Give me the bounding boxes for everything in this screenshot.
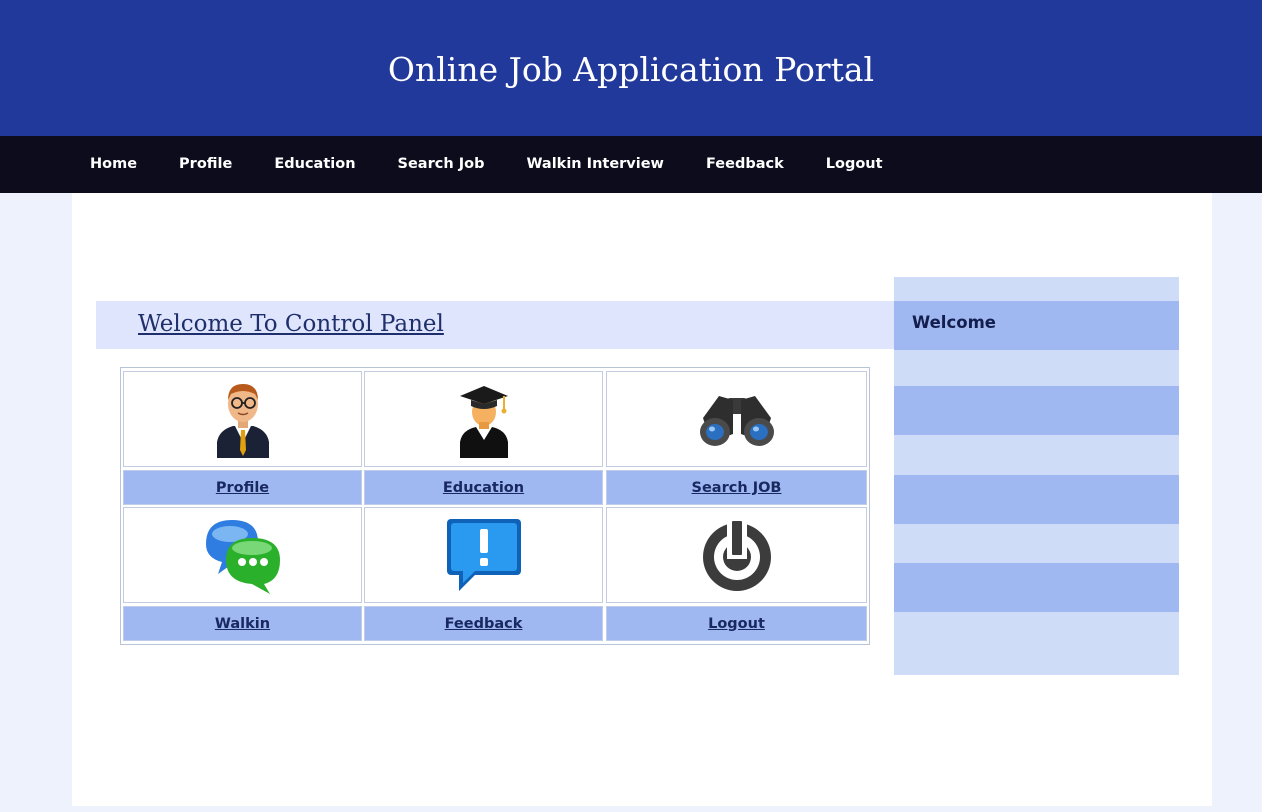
user-icon xyxy=(216,384,269,458)
logout-link[interactable]: Logout xyxy=(708,616,765,632)
feedback-icon-cell[interactable] xyxy=(364,507,603,603)
alert-message-icon xyxy=(446,519,521,591)
sidebar-band xyxy=(894,386,1179,435)
search-job-link-cell: Search JOB xyxy=(606,470,867,505)
binoculars-icon xyxy=(699,396,774,446)
sidebar-band xyxy=(894,475,1179,524)
content-area: Welcome To Control Panel Profile Educati… xyxy=(72,193,1212,806)
nav-home-link[interactable]: Home xyxy=(69,136,158,193)
sidebar-title: Welcome xyxy=(912,313,996,332)
feedback-link-cell: Feedback xyxy=(364,606,603,641)
main-navigation: Home Profile Education Search Job Walkin… xyxy=(0,136,1262,193)
graduate-icon xyxy=(459,386,508,458)
nav-education-link[interactable]: Education xyxy=(253,136,376,193)
site-title: Online Job Application Portal xyxy=(387,49,875,89)
profile-link[interactable]: Profile xyxy=(216,480,269,496)
education-icon-cell[interactable] xyxy=(364,371,603,467)
chat-icon xyxy=(205,520,280,594)
welcome-heading-bar: Welcome To Control Panel xyxy=(96,301,894,349)
profile-icon-cell[interactable] xyxy=(123,371,362,467)
search-job-link[interactable]: Search JOB xyxy=(692,480,782,496)
nav-logout-link[interactable]: Logout xyxy=(805,136,904,193)
education-link-cell: Education xyxy=(364,470,603,505)
sidebar-band xyxy=(894,563,1179,612)
nav-walkin-interview-link[interactable]: Walkin Interview xyxy=(505,136,685,193)
walkin-link[interactable]: Walkin xyxy=(215,616,270,632)
profile-link-cell: Profile xyxy=(123,470,362,505)
nav-profile-link[interactable]: Profile xyxy=(158,136,253,193)
site-header: Online Job Application Portal xyxy=(0,0,1262,136)
nav-search-job-link[interactable]: Search Job xyxy=(377,136,506,193)
search-job-icon-cell[interactable] xyxy=(606,371,867,467)
feedback-link[interactable]: Feedback xyxy=(445,616,523,632)
control-panel-grid: Profile Education Search JOB Walkin Feed… xyxy=(120,367,870,645)
walkin-icon-cell[interactable] xyxy=(123,507,362,603)
education-link[interactable]: Education xyxy=(443,480,524,496)
page-title[interactable]: Welcome To Control Panel xyxy=(138,311,444,337)
logout-link-cell: Logout xyxy=(606,606,867,641)
nav-feedback-link[interactable]: Feedback xyxy=(685,136,805,193)
logout-icon-cell[interactable] xyxy=(606,507,867,603)
sidebar: Welcome xyxy=(894,277,1179,675)
walkin-link-cell: Walkin xyxy=(123,606,362,641)
power-icon xyxy=(702,519,771,591)
